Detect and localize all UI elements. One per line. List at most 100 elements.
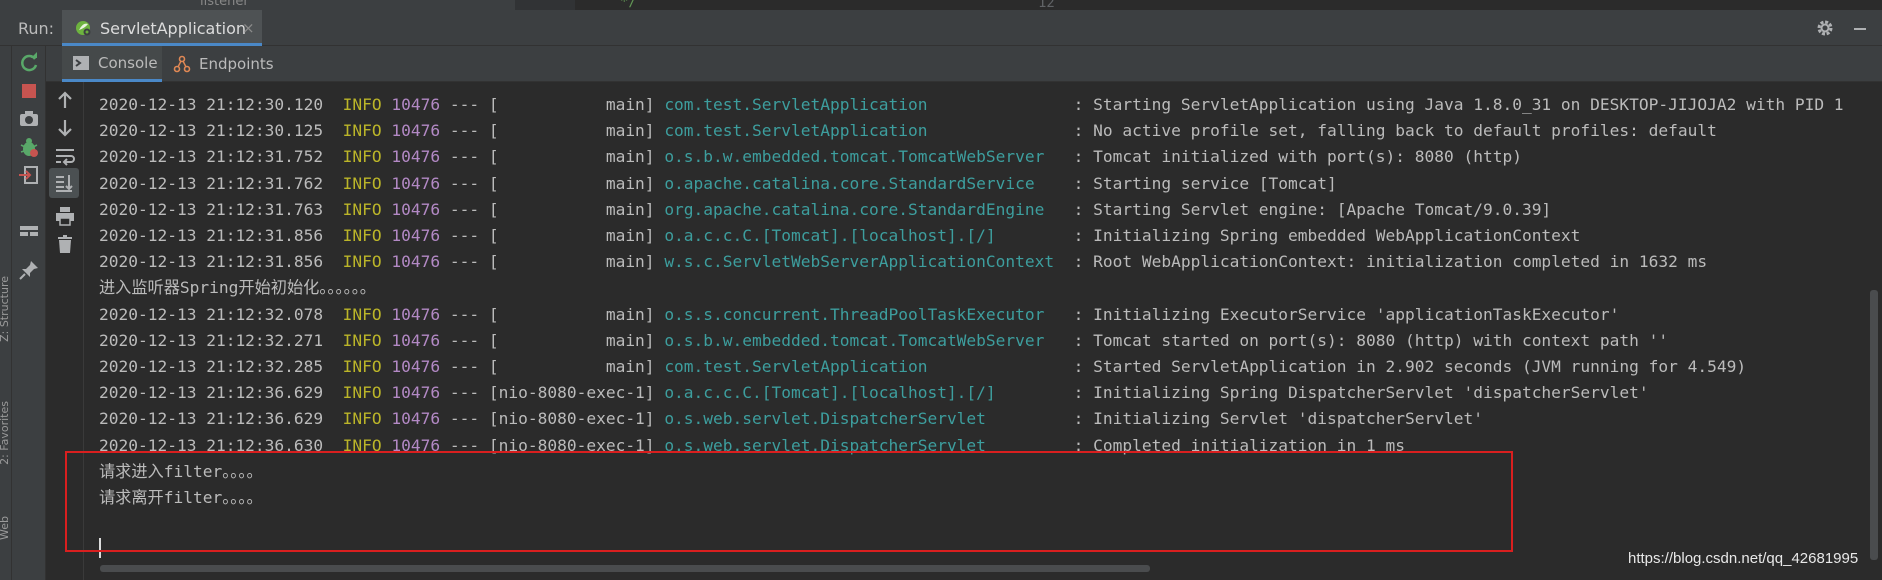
trash-icon[interactable]	[53, 232, 77, 256]
log-pid: 10476	[391, 357, 441, 376]
log-separator: ---	[449, 199, 480, 219]
log-pid: 10476	[391, 199, 441, 219]
log-separator: ---	[449, 383, 480, 403]
log-message: : Initializing Servlet 'dispatcherServle…	[1073, 409, 1483, 429]
log-timestamp: 2020-12-13 21:12:32.271	[99, 330, 324, 350]
log-level: INFO	[342, 252, 382, 272]
log-separator: ---	[449, 121, 480, 141]
log-pid: 10476	[391, 226, 441, 245]
tab-console-label: Console	[98, 53, 158, 72]
log-separator: ---	[449, 226, 480, 245]
log-timestamp: 2020-12-13 21:12:31.762	[99, 173, 324, 193]
log-thread: [ main]	[488, 95, 655, 114]
log-message: : Starting service [Tomcat]	[1073, 173, 1337, 193]
log-message: : Root WebApplicationContext: initializa…	[1073, 252, 1708, 272]
debug-icon[interactable]	[17, 135, 41, 159]
arrow-down-icon[interactable]	[53, 116, 77, 140]
favorites-tool-tab[interactable]: 2: Favorites	[0, 401, 11, 465]
tab-console[interactable]: Console	[62, 46, 162, 82]
log-message: : Starting Servlet engine: [Apache Tomca…	[1073, 199, 1552, 219]
log-logger: com.test.ServletApplication	[664, 357, 1064, 376]
log-timestamp: 2020-12-13 21:12:31.752	[99, 147, 324, 167]
log-separator: ---	[449, 409, 480, 429]
run-tab-label: ServletApplication	[100, 19, 247, 38]
project-panel-edge: listener	[0, 0, 515, 10]
structure-tool-tab[interactable]: Z: Structure	[0, 276, 11, 342]
console-line: 2020-12-13 21:12:31.763 INFO 10476 --- […	[99, 197, 1551, 223]
log-logger: org.apache.catalina.core.StandardEngine	[664, 199, 1064, 219]
console-line: 2020-12-13 21:12:36.629 INFO 10476 --- […	[99, 406, 1483, 432]
log-level: INFO	[342, 173, 382, 193]
stop-icon[interactable]	[17, 79, 41, 103]
arrow-up-icon[interactable]	[53, 88, 77, 112]
minimize-icon[interactable]	[1850, 18, 1870, 38]
log-level: INFO	[342, 409, 382, 429]
rerun-icon[interactable]	[17, 51, 41, 75]
log-thread: [nio-8080-exec-1]	[488, 409, 655, 429]
log-logger: com.test.ServletApplication	[664, 121, 1064, 141]
log-thread: [ main]	[488, 357, 655, 376]
soft-wrap-icon[interactable]	[53, 144, 77, 168]
run-label: Run:	[18, 19, 55, 38]
print-icon[interactable]	[53, 204, 77, 228]
log-message: : Initializing Spring DispatcherServlet …	[1073, 383, 1649, 403]
endpoints-icon	[173, 55, 191, 73]
log-message: : Tomcat initialized with port(s): 8080 …	[1073, 147, 1522, 167]
log-message: : Starting ServletApplication using Java…	[1073, 95, 1844, 114]
log-level: INFO	[342, 383, 382, 403]
log-logger: w.s.c.ServletWebServerApplicationContext	[664, 252, 1064, 272]
log-logger: o.a.c.c.C.[Tomcat].[localhost].[/]	[664, 226, 1064, 245]
log-message: : No active profile set, falling back to…	[1073, 121, 1717, 141]
close-tab-icon[interactable]: ×	[242, 19, 255, 37]
log-timestamp: 2020-12-13 21:12:32.285	[99, 357, 324, 376]
log-timestamp: 2020-12-13 21:12:36.629	[99, 383, 324, 403]
log-thread: [ main]	[488, 173, 655, 193]
code-fragment[interactable]: */	[620, 0, 637, 10]
vertical-scrollbar[interactable]	[1870, 290, 1878, 560]
console-line: 2020-12-13 21:12:31.856 INFO 10476 --- […	[99, 249, 1707, 275]
log-separator: ---	[449, 357, 480, 376]
console-line: 进入监听器Spring开始初始化。。。。。。	[99, 275, 376, 301]
tab-endpoints-label: Endpoints	[199, 55, 274, 73]
log-pid: 10476	[391, 330, 441, 350]
pin-icon[interactable]	[17, 258, 41, 282]
log-pid: 10476	[391, 304, 441, 324]
log-message: : Initializing Spring embedded WebApplic…	[1073, 226, 1581, 245]
gear-icon[interactable]	[1815, 18, 1835, 38]
log-thread: [ main]	[488, 330, 655, 350]
log-separator: ---	[449, 147, 480, 167]
log-thread: [ main]	[488, 304, 655, 324]
log-logger: o.a.c.c.C.[Tomcat].[localhost].[/]	[664, 383, 1064, 403]
log-logger: o.s.s.concurrent.ThreadPoolTaskExecutor	[664, 304, 1064, 324]
exit-icon[interactable]	[17, 163, 41, 187]
layout-icon[interactable]	[17, 219, 41, 243]
log-timestamp: 2020-12-13 21:12:31.856	[99, 252, 324, 272]
log-thread: [ main]	[488, 226, 655, 245]
camera-icon[interactable]	[17, 107, 41, 131]
log-level: INFO	[342, 121, 382, 141]
log-level: INFO	[342, 226, 382, 245]
log-level: INFO	[342, 95, 382, 114]
console-line: 2020-12-13 21:12:31.856 INFO 10476 --- […	[99, 223, 1580, 249]
watermark: https://blog.csdn.net/qq_42681995	[1628, 550, 1859, 567]
log-pid: 10476	[391, 252, 441, 272]
log-separator: ---	[449, 304, 480, 324]
console-line: 2020-12-13 21:12:30.125 INFO 10476 --- […	[99, 118, 1717, 144]
run-toolbar	[12, 46, 46, 580]
log-level: INFO	[342, 330, 382, 350]
web-tool-tab[interactable]: Web	[0, 516, 11, 540]
log-message: : Tomcat started on port(s): 8080 (http)…	[1073, 330, 1669, 350]
scroll-to-end-icon[interactable]	[49, 168, 79, 198]
log-thread: [nio-8080-exec-1]	[488, 383, 655, 403]
horizontal-scrollbar[interactable]	[100, 565, 1150, 572]
project-tree-item[interactable]: listener	[200, 0, 249, 9]
log-logger: o.s.b.w.embedded.tomcat.TomcatWebServer	[664, 330, 1064, 350]
tab-endpoints[interactable]: Endpoints	[163, 46, 283, 82]
console-text: 进入监听器Spring开始初始化。。。。。。	[99, 278, 376, 298]
log-pid: 10476	[391, 121, 441, 141]
side-tool-strip: Z: Structure 2: Favorites Web	[0, 46, 12, 580]
log-pid: 10476	[391, 383, 441, 403]
log-level: INFO	[342, 304, 382, 324]
log-thread: [ main]	[488, 147, 655, 167]
run-tab-servlet-application[interactable]: ServletApplication ×	[62, 10, 262, 46]
